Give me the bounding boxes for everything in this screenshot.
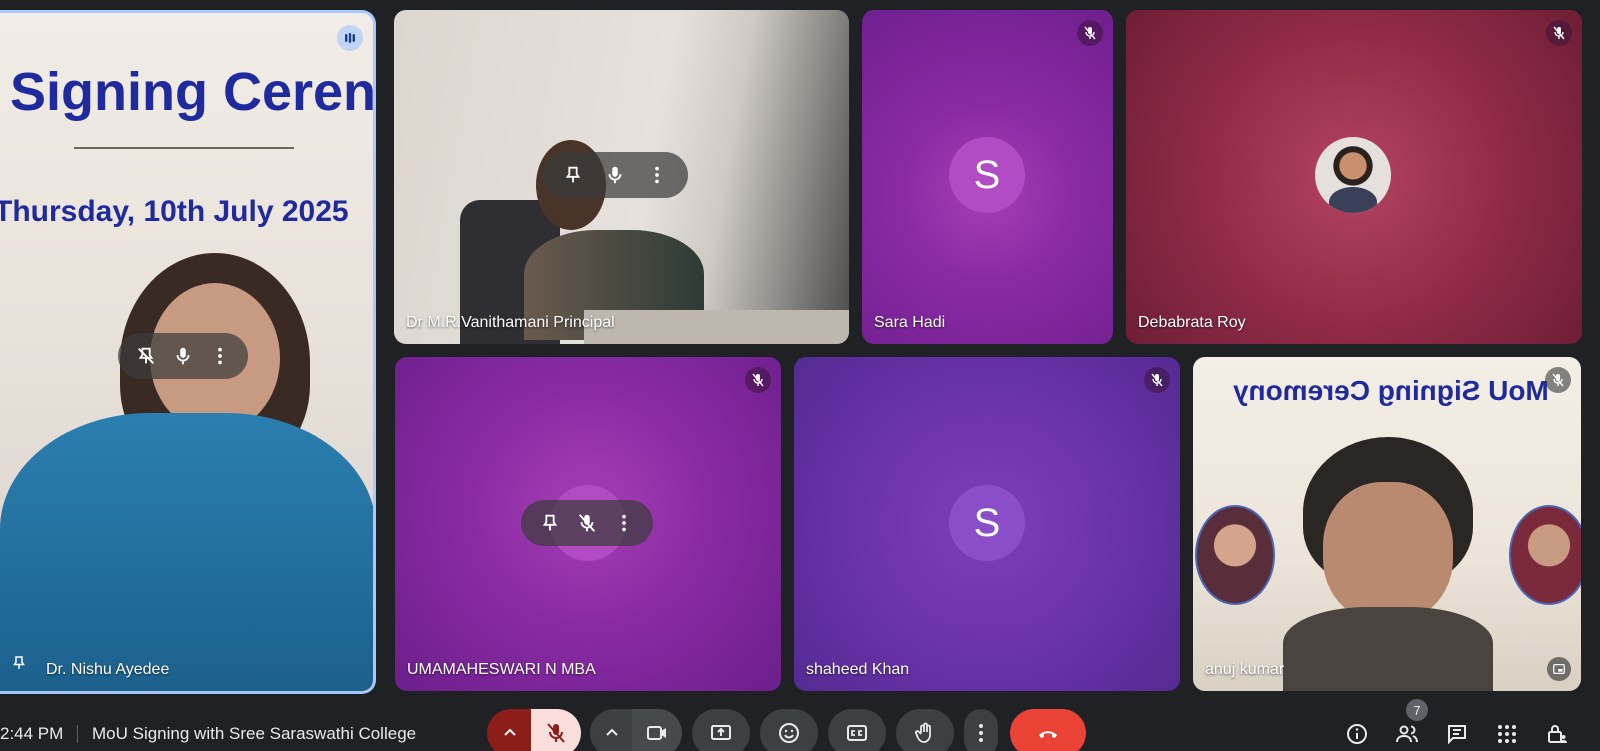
pin-icon[interactable] (557, 159, 589, 191)
end-call-icon (1039, 731, 1057, 738)
captions-button[interactable] (828, 709, 886, 751)
slide-date: Thursday, 10th July 2025 (0, 195, 349, 228)
slide-title: Signing Ceren (10, 62, 376, 122)
raise-hand-button[interactable] (896, 709, 954, 751)
present-screen-button[interactable] (692, 709, 750, 751)
participant-tile-shaheed[interactable]: S shaheed Khan (794, 357, 1180, 691)
slide-speaker-photo (1195, 505, 1275, 605)
chevron-up-icon (606, 728, 618, 736)
participant-tile-umamaheswari[interactable]: UMAMAHESWARI N MBA (395, 357, 781, 691)
avatar: S (949, 137, 1025, 213)
participant-tile-debabrata[interactable]: Debabrata Roy (1126, 10, 1582, 344)
more-options-icon[interactable] (608, 507, 640, 539)
chevron-up-icon (504, 728, 516, 736)
mute-participant-icon[interactable] (571, 507, 603, 539)
mic-off-icon (745, 367, 771, 393)
participant-name: Debabrata Roy (1138, 314, 1246, 331)
tile-hover-controls (542, 152, 688, 198)
participant-name: Dr M.R.Vanithamani Principal (406, 314, 615, 331)
participant-name: anuj kumar (1205, 661, 1285, 678)
more-options-button[interactable] (964, 709, 998, 751)
meeting-time: 2:44 PM (0, 724, 64, 743)
mic-toggle-button[interactable] (531, 709, 581, 751)
activities-button[interactable] (1492, 719, 1522, 749)
slide-title: MoU Signing Ceremony (1233, 375, 1549, 406)
mic-off-icon (1546, 20, 1572, 46)
participant-tile-sara[interactable]: S Sara Hadi (862, 10, 1113, 344)
tile-hover-controls (118, 333, 248, 379)
mic-off-icon (1144, 367, 1170, 393)
people-button[interactable] (1392, 719, 1422, 749)
mic-off-icon (1545, 367, 1571, 393)
participant-video-nishu (0, 233, 373, 691)
info-icon (1347, 724, 1367, 744)
slide-divider (74, 147, 294, 149)
participant-video-anuj (1283, 427, 1493, 691)
picture-in-picture-icon[interactable] (1547, 657, 1571, 681)
participant-tile-nishu[interactable]: Signing Ceren Thursday, 10th July 2025 D… (0, 10, 376, 694)
participant-tile-vanithamani[interactable]: Dr M.R.Vanithamani Principal (394, 10, 849, 344)
people-icon (1396, 725, 1418, 743)
more-options-icon[interactable] (204, 340, 236, 372)
speaking-indicator-icon (337, 25, 363, 51)
slide-speaker-photo (1509, 505, 1581, 605)
divider (77, 725, 78, 743)
mute-participant-icon[interactable] (599, 159, 631, 191)
captions-icon (847, 725, 867, 741)
meet-stage: Signing Ceren Thursday, 10th July 2025 D… (0, 0, 1600, 751)
lock-person-icon (1548, 725, 1567, 743)
unpin-icon[interactable] (130, 340, 162, 372)
avatar (1315, 137, 1391, 213)
tile-hover-controls (521, 500, 653, 546)
meeting-title: MoU Signing with Sree Saraswathi College (92, 724, 417, 743)
camera-icon (647, 726, 666, 740)
host-controls-button[interactable] (1542, 719, 1572, 749)
present-screen-icon (711, 725, 731, 740)
more-options-icon (979, 724, 983, 742)
more-options-icon[interactable] (641, 159, 673, 191)
participant-tile-anuj[interactable]: MoU Signing Ceremony anuj kumar (1193, 357, 1581, 691)
participant-name: Dr. Nishu Ayedee (46, 661, 170, 678)
meeting-details-button[interactable] (1342, 719, 1372, 749)
participant-count-badge: 7 (1406, 699, 1428, 721)
participant-name: UMAMAHESWARI N MBA (407, 661, 596, 678)
apps-grid-icon (1498, 725, 1516, 743)
raise-hand-icon (915, 722, 931, 743)
mic-off-icon (547, 723, 565, 743)
participant-name: Sara Hadi (874, 314, 946, 331)
camera-toggle-button[interactable] (632, 709, 682, 751)
pin-icon[interactable] (534, 507, 566, 539)
mic-off-icon (1077, 20, 1103, 46)
pinned-icon (10, 654, 28, 677)
mute-participant-icon[interactable] (167, 340, 199, 372)
emoji-icon (779, 723, 799, 743)
reactions-button[interactable] (760, 709, 818, 751)
chat-button[interactable] (1442, 719, 1472, 749)
leave-call-button[interactable] (1010, 709, 1086, 751)
video-options-button[interactable] (590, 709, 634, 751)
chat-icon (1448, 725, 1466, 745)
avatar: S (949, 485, 1025, 561)
audio-options-button[interactable] (487, 709, 533, 751)
participant-name: shaheed Khan (806, 661, 910, 678)
